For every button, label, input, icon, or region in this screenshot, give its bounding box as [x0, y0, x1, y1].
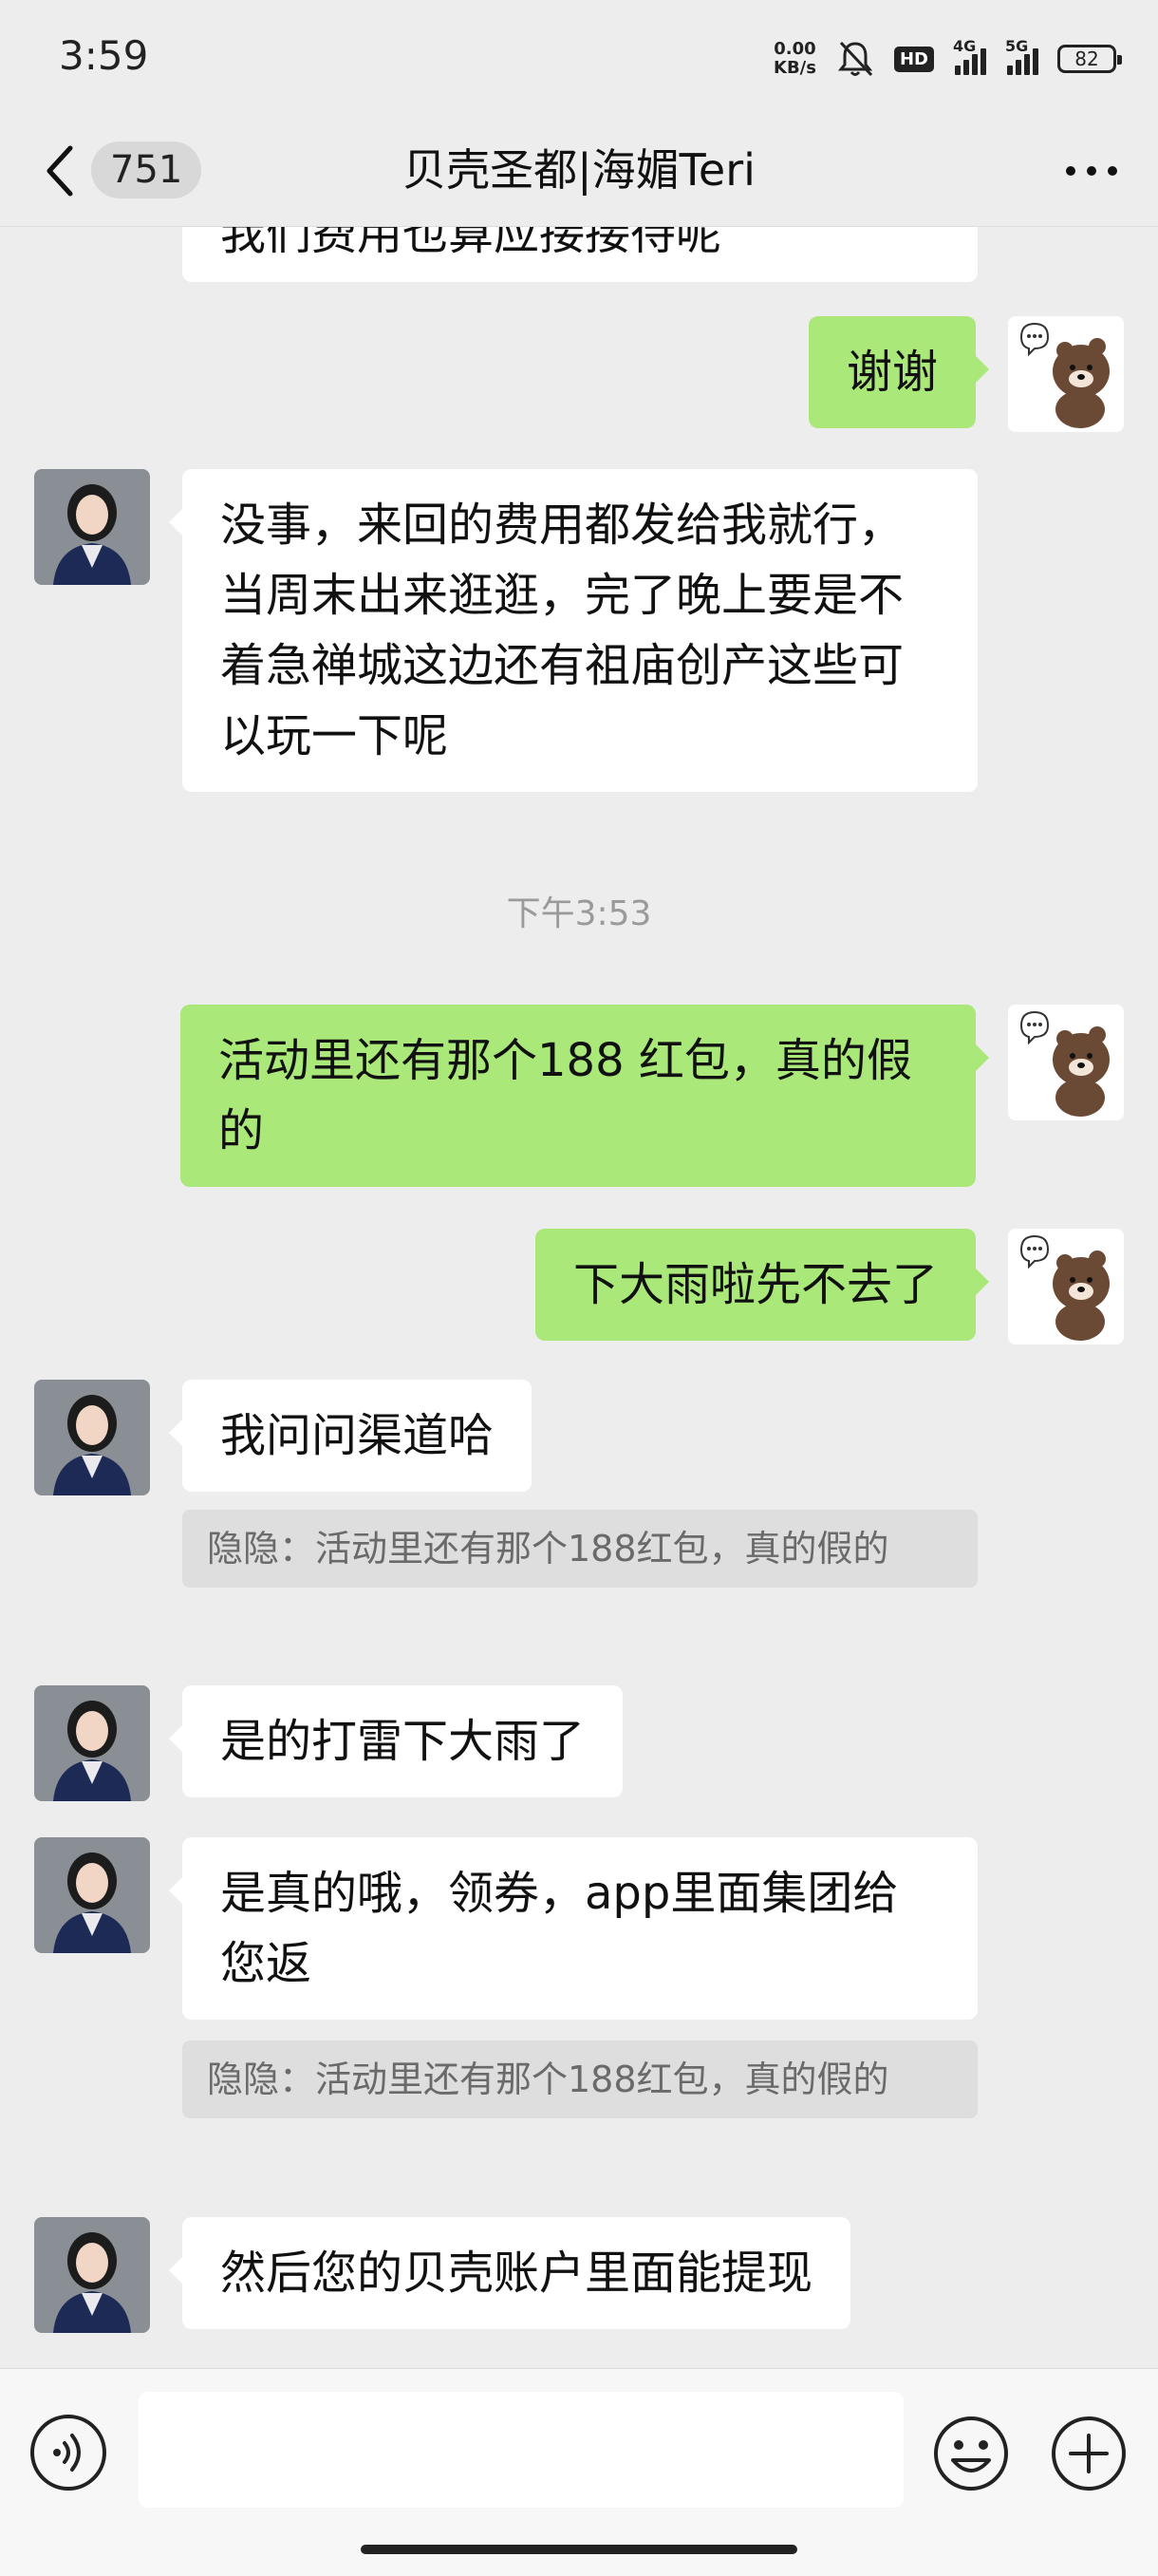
emoji-icon[interactable]	[932, 2415, 1010, 2492]
message-bubble-incoming[interactable]: 然后您的贝壳账户里面能提现	[168, 2217, 851, 2329]
message-input[interactable]	[139, 2392, 904, 2508]
agent-photo-icon	[34, 1380, 150, 1495]
status-time: 3:59	[59, 32, 149, 79]
agent-photo-icon	[34, 1837, 150, 1953]
battery-icon: 82	[1057, 45, 1122, 73]
contact-avatar[interactable]	[34, 1685, 150, 1801]
plus-icon[interactable]	[1050, 2415, 1128, 2492]
contact-avatar[interactable]	[34, 1837, 150, 1953]
status-bar: 3:59 0.00 KB/s HD 4G 5G 82	[0, 0, 1158, 114]
contact-avatar[interactable]	[34, 1380, 150, 1495]
bear-avatar-icon	[1008, 316, 1124, 432]
voice-icon[interactable]	[30, 2415, 106, 2491]
message-list[interactable]: 我们费用也算应接接待呢 谢谢 没事，来回的费用都发给我就行，当周末出来逛逛，完了…	[0, 227, 1158, 2368]
message-bubble-incoming[interactable]: 我问问渠道哈	[168, 1380, 532, 1492]
message-bubble-outgoing[interactable]: 谢谢	[808, 316, 990, 428]
my-avatar[interactable]	[1008, 316, 1124, 432]
home-indicator[interactable]	[361, 2545, 797, 2554]
agent-photo-icon	[34, 469, 150, 585]
chat-title: 贝壳圣都|海媚Teri	[402, 144, 756, 196]
signal-5g-icon: 5G	[1005, 37, 1038, 75]
bear-avatar-icon	[1008, 1229, 1124, 1344]
voice-waves-icon	[53, 2434, 81, 2472]
hd-badge: HD	[893, 46, 934, 72]
my-avatar[interactable]	[1008, 1005, 1124, 1120]
network-speed: 0.00 KB/s	[774, 39, 816, 78]
message-bubble-incoming[interactable]: 是真的哦，领券，app里面集团给您返	[169, 1837, 978, 2020]
message-bubble-incoming[interactable]: 是的打雷下大雨了	[168, 1685, 624, 1797]
quoted-message[interactable]: 隐隐：活动里还有那个188红包，真的假的	[182, 1510, 978, 1588]
contact-avatar[interactable]	[34, 2217, 150, 2333]
my-avatar[interactable]	[1008, 1229, 1124, 1344]
signal-4g-icon: 4G	[953, 37, 986, 75]
message-bubble-incoming[interactable]: 我们费用也算应接接待呢	[182, 227, 978, 282]
agent-photo-icon	[34, 2217, 150, 2333]
more-dots-icon[interactable]	[1063, 157, 1120, 185]
message-timestamp: 下午3:53	[506, 894, 652, 933]
agent-photo-icon	[34, 1685, 150, 1801]
chat-header: 751 贝壳圣都|海媚Teri	[0, 114, 1158, 227]
contact-avatar[interactable]	[34, 469, 150, 585]
quoted-message[interactable]: 隐隐：活动里还有那个188红包，真的假的	[182, 2040, 978, 2118]
message-bubble-outgoing[interactable]: 下大雨啦先不去了	[534, 1229, 990, 1341]
bell-muted-icon	[837, 41, 873, 77]
message-bubble-incoming[interactable]: 没事，来回的费用都发给我就行，当周末出来逛逛，完了晚上要是不着急禅城这边还有祖庙…	[169, 469, 978, 792]
bear-avatar-icon	[1008, 1005, 1124, 1120]
message-bubble-outgoing[interactable]: 活动里还有那个188 红包，真的假的	[180, 1005, 989, 1187]
status-icons: 0.00 KB/s HD 4G 5G 82	[774, 36, 1122, 82]
